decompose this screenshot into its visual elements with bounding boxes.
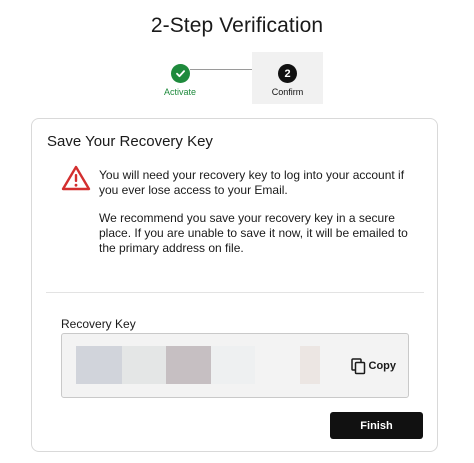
copy-label: Copy [368,360,397,372]
copy-button[interactable]: Copy [350,354,397,378]
check-icon [170,64,190,83]
recovery-key-field[interactable]: Copy [61,333,409,398]
step-activate: Activate [150,52,210,104]
redacted-key-segment [76,346,122,384]
page-title: 2-Step Verification [150,14,324,37]
warning-triangle-icon [61,165,91,191]
divider [46,292,424,293]
recovery-key-label: Recovery Key [61,317,136,331]
recommendation-message: We recommend you save your recovery key … [99,211,408,255]
redacted-key-segment [211,346,255,384]
redacted-key-segment [166,346,211,384]
recovery-key-card: Save Your Recovery Key You will need you… [31,118,438,452]
step-confirm: 2 Confirm [252,52,323,104]
step-label-confirm: Confirm [271,87,304,97]
copy-icon [350,357,365,374]
finish-button[interactable]: Finish [330,412,423,439]
redacted-key-segment [122,346,166,384]
warning-message: You will need your recovery key to log i… [99,168,405,197]
redacted-key-segment [300,346,320,384]
card-title: Save Your Recovery Key [47,133,213,150]
step-number-2: 2 [278,64,297,83]
step-label-activate: Activate [163,87,196,97]
